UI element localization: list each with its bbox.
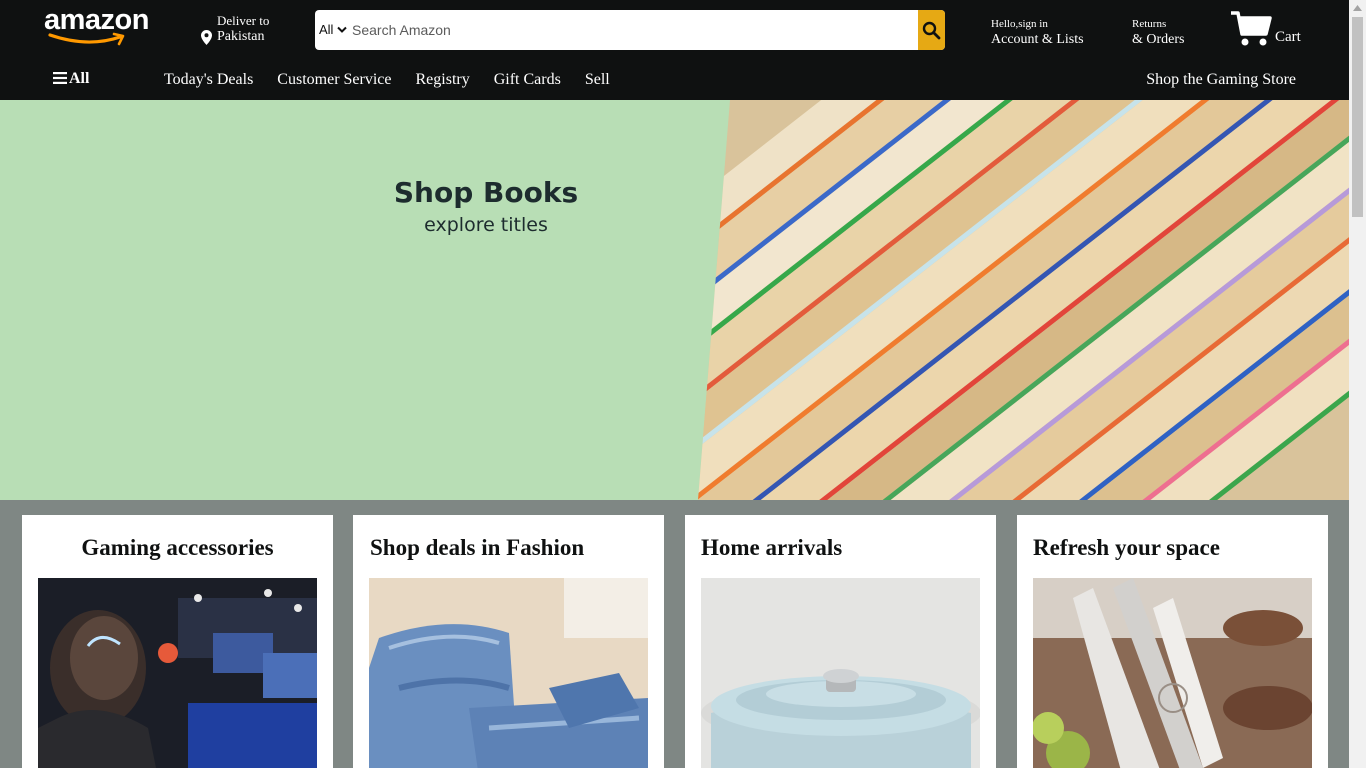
cart-icon: [1231, 11, 1272, 46]
hamburger-icon: [53, 72, 67, 84]
nav-link-todays-deals[interactable]: Today's Deals: [164, 71, 253, 89]
search-icon: [922, 21, 941, 40]
card-title: Home arrivals: [701, 535, 843, 560]
card-image-fashion: [369, 578, 648, 768]
nav-link-registry[interactable]: Registry: [416, 71, 470, 89]
card-gaming-accessories[interactable]: Gaming accessories: [22, 515, 333, 768]
card-title: Shop deals in Fashion: [370, 535, 585, 560]
card-fashion-deals[interactable]: Shop deals in Fashion: [353, 515, 664, 768]
scrollbar-thumb[interactable]: [1352, 17, 1363, 217]
nav-link-customer-service[interactable]: Customer Service: [277, 71, 391, 89]
all-menu-button[interactable]: All: [53, 70, 89, 88]
card-title: Gaming accessories: [81, 535, 274, 560]
jeans-photo: [369, 578, 648, 768]
account-lists-label: Account & Lists: [991, 32, 1084, 47]
card-image-home: [701, 578, 980, 768]
amazon-logo[interactable]: amazon: [44, 4, 156, 48]
nav-bar: All Today's Deals Customer Service Regis…: [0, 60, 1349, 100]
account-greeting: Hello,sign in: [991, 18, 1048, 30]
nav-link-gift-cards[interactable]: Gift Cards: [494, 71, 561, 89]
orders-label: & Orders: [1132, 32, 1185, 47]
dutch-oven-photo: [701, 578, 980, 768]
search-input[interactable]: [349, 10, 919, 50]
returns-orders[interactable]: Returns & Orders: [1132, 16, 1185, 48]
books-image: [698, 100, 1349, 500]
card-home-arrivals[interactable]: Home arrivals: [685, 515, 996, 768]
search-bar: All: [315, 10, 945, 50]
top-header: amazon Deliver to Pakistan All He: [0, 0, 1349, 60]
returns-label: Returns: [1132, 18, 1167, 30]
location-pin-icon: [201, 30, 212, 45]
smile-arrow-icon: [48, 32, 125, 46]
scroll-up-arrow-icon[interactable]: [1353, 5, 1362, 11]
card-image-refresh: [1033, 578, 1312, 768]
card-title: Refresh your space: [1033, 535, 1220, 560]
deliver-label: Deliver to: [217, 13, 270, 28]
search-category-select[interactable]: All: [315, 10, 349, 50]
card-refresh-space[interactable]: Refresh your space: [1017, 515, 1328, 768]
all-label: All: [69, 70, 90, 87]
chevron-down-icon: [337, 26, 347, 33]
search-button[interactable]: [918, 10, 945, 50]
cart-label: Cart: [1275, 29, 1301, 45]
search-category-label: All: [319, 22, 334, 37]
account-menu[interactable]: Hello,sign in Account & Lists: [991, 16, 1084, 48]
hero-title: Shop Books: [393, 176, 579, 209]
card-image-gaming: [38, 578, 317, 768]
page-scrollbar[interactable]: [1349, 0, 1366, 768]
hero-banner[interactable]: Shop Books explore titles: [0, 100, 1349, 500]
nav-link-gaming-store[interactable]: Shop the Gaming Store: [1146, 71, 1296, 89]
nav-link-sell[interactable]: Sell: [585, 71, 610, 89]
deliver-to[interactable]: Deliver to Pakistan: [201, 13, 269, 45]
nav-links: Today's Deals Customer Service Registry …: [164, 71, 610, 89]
hero-subtitle: explore titles: [424, 214, 548, 236]
kitchen-photo: [1033, 578, 1312, 768]
gaming-photo: [38, 578, 317, 768]
